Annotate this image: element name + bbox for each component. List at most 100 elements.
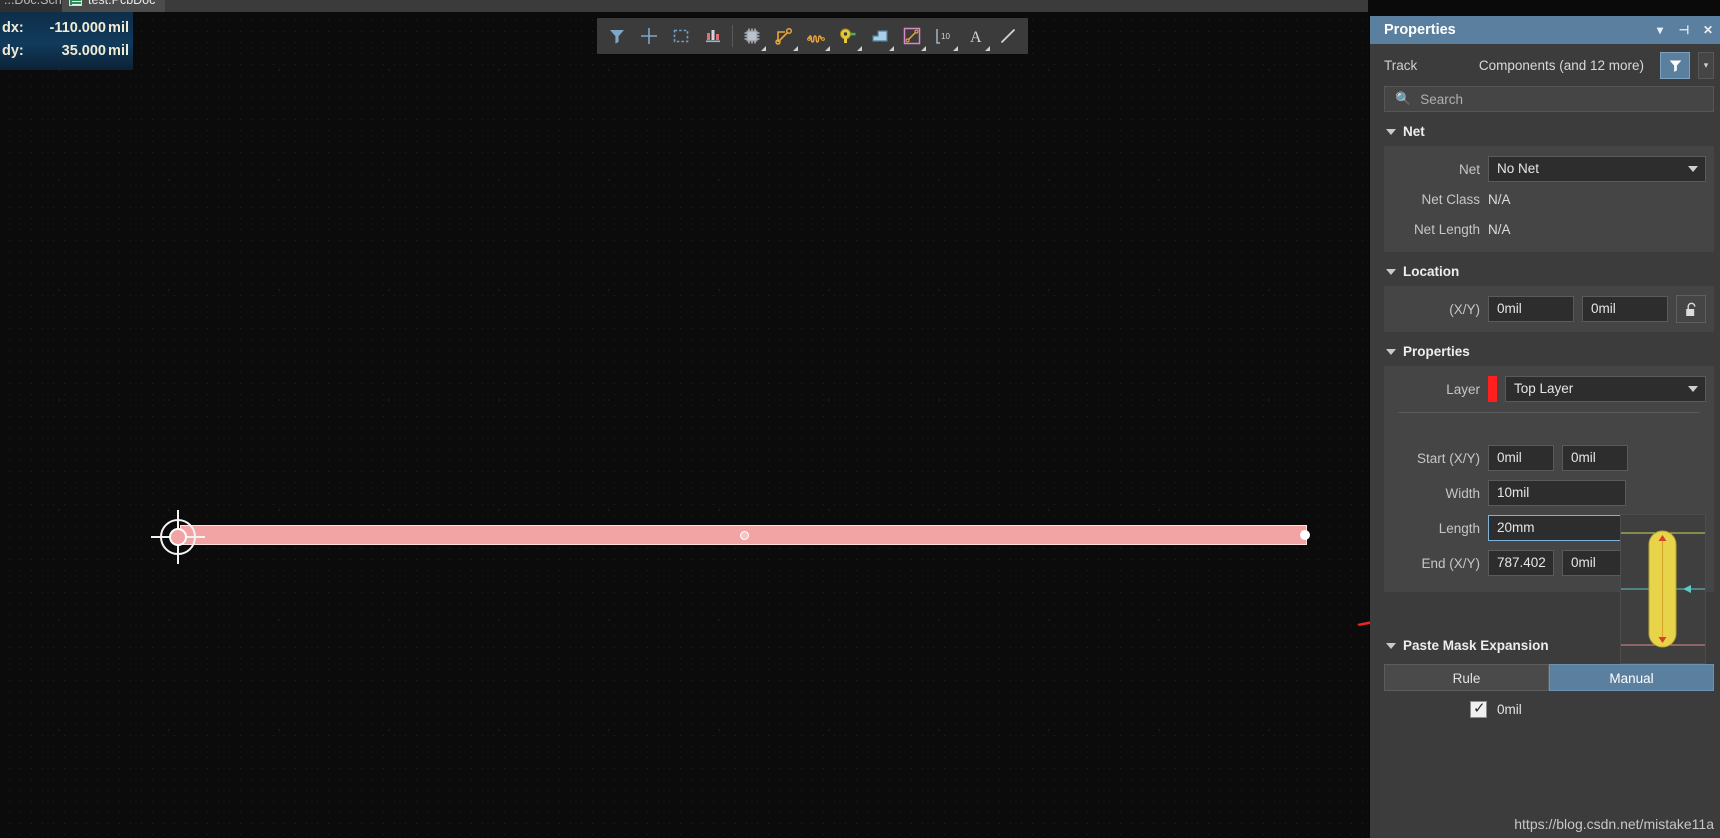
location-xy-row: (X/Y) 0mil 0mil: [1384, 294, 1706, 324]
document-tab-bar: ...Doc.SchDoc test.PcbDoc: [0, 0, 1368, 12]
coordinate-delta-readout: dx: -110.000 mil dy: 35.000 mil: [0, 12, 133, 70]
pin-icon[interactable]: ⊣: [1672, 16, 1696, 44]
layer-row: Layer Top Layer: [1384, 374, 1706, 404]
chevron-down-icon: [1688, 166, 1698, 172]
dy-value: 35.000: [30, 40, 106, 63]
collapse-triangle-icon: [1386, 269, 1396, 275]
route-track-icon[interactable]: [768, 20, 800, 52]
track-end-handle[interactable]: [1300, 530, 1310, 540]
unlock-icon[interactable]: [1676, 295, 1706, 323]
start-xy-row: Start (X/Y) 0mil 0mil: [1384, 443, 1706, 473]
section-title-paste-mask: Paste Mask Expansion: [1403, 638, 1549, 653]
object-type-label: Track: [1384, 58, 1417, 73]
crosshair-cursor-icon[interactable]: [633, 20, 665, 52]
chevron-down-icon[interactable]: [825, 46, 830, 51]
section-title-net: Net: [1403, 124, 1425, 139]
search-input[interactable]: 🔍 Search: [1384, 86, 1714, 112]
location-x-input[interactable]: 0mil: [1488, 296, 1574, 322]
place-line-icon[interactable]: [992, 20, 1024, 52]
paste-mask-expansion-value[interactable]: 0mil: [1497, 702, 1522, 717]
place-pad-icon[interactable]: [832, 20, 864, 52]
dy-label: dy:: [0, 40, 30, 63]
section-header-location[interactable]: Location: [1370, 252, 1720, 286]
location-y-input[interactable]: 0mil: [1582, 296, 1668, 322]
section-header-properties[interactable]: Properties: [1370, 332, 1720, 366]
page-title: Properties: [1384, 16, 1648, 44]
width-row: Width 10mil: [1384, 478, 1706, 508]
funnel-icon[interactable]: [1660, 52, 1690, 79]
track-preview-widget: [1620, 514, 1706, 664]
object-selector-row: Track Components (and 12 more) ▾: [1370, 44, 1720, 86]
svg-text:10: 10: [941, 32, 950, 41]
start-y-input[interactable]: 0mil: [1562, 445, 1628, 471]
track-preview-graphic: [1621, 515, 1705, 663]
paste-mask-mode-toggle: Rule Manual: [1384, 664, 1714, 691]
interactive-length-tuning-icon[interactable]: [800, 20, 832, 52]
svg-text:A: A: [970, 29, 982, 45]
section-title-location: Location: [1403, 264, 1459, 279]
width-input[interactable]: 10mil: [1488, 480, 1626, 506]
filter-icon[interactable]: [601, 20, 633, 52]
tab-pcbdoc[interactable]: test.PcbDoc: [62, 0, 165, 12]
net-group: Net No Net Net Class N/A Net Length N/A: [1384, 146, 1714, 252]
board-insight-icon[interactable]: [697, 20, 729, 52]
paste-mask-rule-button[interactable]: Rule: [1384, 664, 1549, 691]
chevron-down-icon[interactable]: [761, 46, 766, 51]
end-y-input[interactable]: 0mil: [1562, 550, 1628, 576]
watermark-url: https://blog.csdn.net/mistake11a: [1514, 816, 1714, 832]
start-x-input[interactable]: 0mil: [1488, 445, 1554, 471]
tab-pcbdoc-label: test.PcbDoc: [88, 0, 155, 7]
chevron-down-icon[interactable]: [985, 46, 990, 51]
section-header-net[interactable]: Net: [1370, 112, 1720, 146]
section-title-properties: Properties: [1403, 344, 1470, 359]
net-value[interactable]: No Net: [1488, 156, 1706, 182]
track-start-pad[interactable]: [169, 528, 187, 546]
net-class-row: Net Class N/A: [1384, 184, 1706, 214]
start-label: Start (X/Y): [1384, 451, 1480, 466]
layer-label: Layer: [1384, 382, 1480, 397]
length-label: Length: [1384, 521, 1480, 536]
chevron-down-icon[interactable]: ▾: [1698, 52, 1714, 79]
paste-mask-checkbox[interactable]: [1470, 701, 1487, 718]
dx-value: -110.000: [30, 17, 106, 40]
location-group: (X/Y) 0mil 0mil: [1384, 286, 1714, 332]
collapse-triangle-icon: [1386, 643, 1396, 649]
pcb-canvas[interactable]: [0, 11, 1368, 838]
end-label: End (X/Y): [1384, 556, 1480, 571]
chevron-down-icon[interactable]: [889, 46, 894, 51]
layer-dropdown[interactable]: Top Layer: [1505, 376, 1706, 402]
search-icon: 🔍: [1395, 91, 1411, 107]
net-dropdown[interactable]: No Net: [1488, 156, 1706, 182]
dx-unit: mil: [106, 17, 132, 40]
chevron-down-icon[interactable]: ▾: [1648, 16, 1672, 44]
chevron-down-icon[interactable]: [793, 46, 798, 51]
net-length-label: Net Length: [1384, 222, 1480, 237]
chevron-down-icon: [1688, 386, 1698, 392]
place-dimension-icon[interactable]: [896, 20, 928, 52]
place-polygon-icon[interactable]: [864, 20, 896, 52]
net-class-label: Net Class: [1384, 192, 1480, 207]
end-x-input[interactable]: 787.402: [1488, 550, 1554, 576]
chevron-down-icon[interactable]: [953, 46, 958, 51]
divider: [1398, 412, 1700, 413]
length-input[interactable]: 20mm: [1488, 515, 1626, 541]
toolbar-separator: [732, 25, 733, 47]
chevron-down-icon[interactable]: [921, 46, 926, 51]
track-midpoint-handle[interactable]: [740, 531, 749, 540]
close-icon[interactable]: ✕: [1696, 16, 1720, 44]
paste-mask-manual-button[interactable]: Manual: [1549, 664, 1714, 691]
layer-color-swatch: [1488, 376, 1497, 402]
place-string-icon[interactable]: A: [960, 20, 992, 52]
dy-unit: mil: [106, 40, 132, 63]
place-coordinate-icon[interactable]: 10: [928, 20, 960, 52]
selection-summary: Components (and 12 more): [1425, 58, 1652, 73]
collapse-triangle-icon: [1386, 129, 1396, 135]
place-component-icon[interactable]: [736, 20, 768, 52]
panel-title-bar: Properties ▾ ⊣ ✕: [1370, 16, 1720, 44]
net-label: Net: [1384, 162, 1480, 177]
net-length-value: N/A: [1488, 222, 1511, 237]
chevron-down-icon[interactable]: [857, 46, 862, 51]
layer-value[interactable]: Top Layer: [1505, 376, 1706, 402]
selection-rectangle-icon[interactable]: [665, 20, 697, 52]
net-class-value: N/A: [1488, 192, 1511, 207]
